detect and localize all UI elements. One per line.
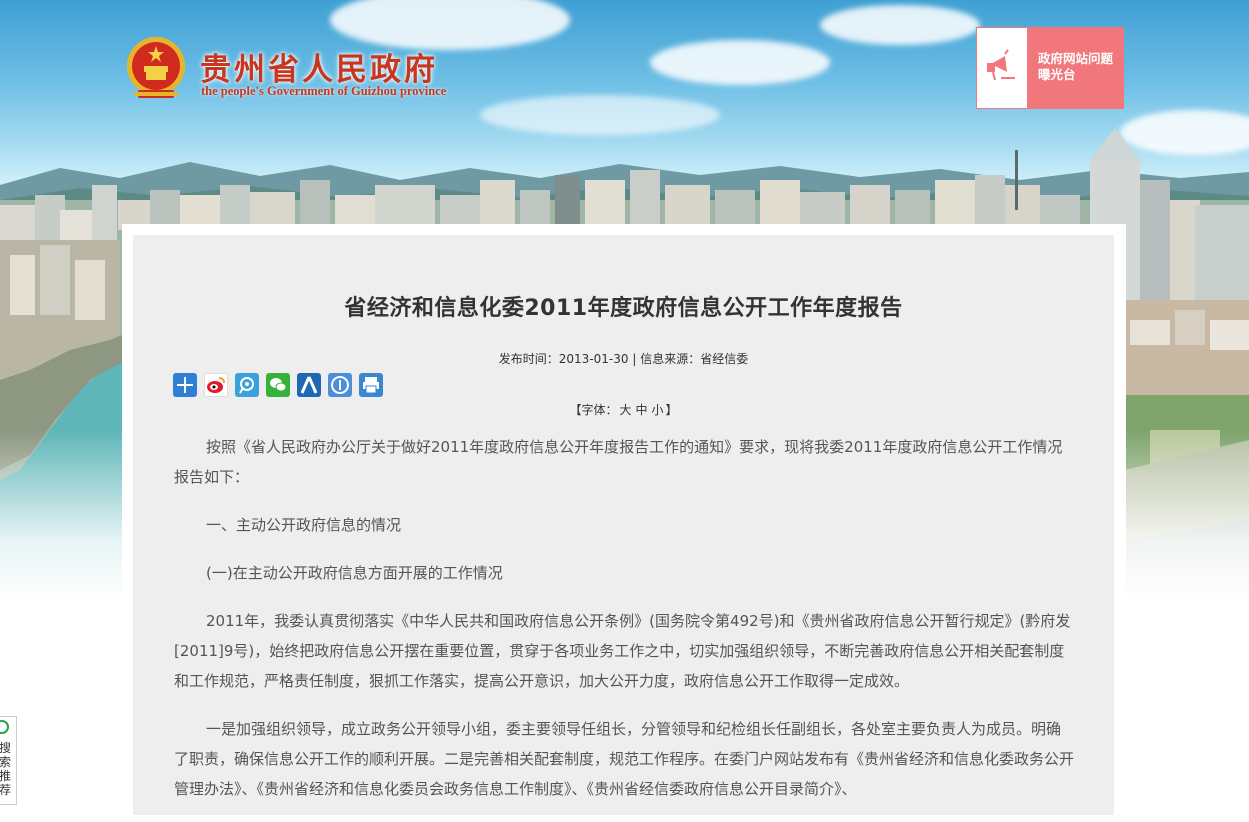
- article-paragraph: 一是加强组织领导，成立政务公开领导小组，委主要领导任组长，分管领导和纪检组长任副…: [174, 720, 1075, 798]
- wechat-icon: [270, 378, 287, 392]
- article-container: 省经济和信息化委2011年度政府信息公开工作年度报告 发布时间：2013-01-…: [133, 235, 1114, 815]
- search-circle-icon: [0, 720, 9, 734]
- share-tencent-weibo-button[interactable]: [235, 373, 259, 397]
- article-section-heading: 一、主动公开政府信息的情况: [206, 516, 402, 534]
- content-panel: 省经济和信息化委2011年度政府信息公开工作年度报告 发布时间：2013-01-…: [122, 224, 1126, 815]
- article-paragraph: 按照《省人民政府办公厅关于做好2011年度政府信息公开年度报告工作的通知》要求，…: [174, 438, 1063, 486]
- print-button[interactable]: [359, 373, 383, 397]
- font-size-label-close: 】: [665, 403, 678, 417]
- renren-icon: [300, 376, 318, 394]
- tencent-weibo-icon: [239, 377, 254, 394]
- article-subsection-heading: (一)在主动公开政府信息方面开展的工作情况: [206, 564, 503, 582]
- print-icon: [363, 377, 379, 394]
- qzone-icon: [331, 376, 349, 394]
- font-size-label-open: 【字体：: [569, 403, 618, 417]
- weibo-icon: [207, 377, 225, 393]
- font-size-selector: 【字体：大中小】: [133, 401, 1114, 418]
- font-size-medium[interactable]: 中: [635, 403, 647, 417]
- expose-icon-box: [977, 28, 1027, 108]
- article-paragraph: 2011年，我委认真贯彻落实《中华人民共和国政府信息公开条例》(国务院令第492…: [174, 612, 1071, 690]
- font-size-large[interactable]: 大: [619, 403, 631, 417]
- article-title: 省经济和信息化委2011年度政府信息公开工作年度报告: [344, 296, 903, 321]
- plus-icon: [177, 377, 193, 393]
- font-size-small[interactable]: 小: [652, 403, 664, 417]
- share-qzone-button[interactable]: [328, 373, 352, 397]
- search-recommend-widget[interactable]: 搜索推荐: [0, 716, 17, 805]
- share-more-button[interactable]: [173, 373, 197, 397]
- share-weibo-button[interactable]: [204, 373, 228, 397]
- share-renren-button[interactable]: [297, 373, 321, 397]
- megaphone-icon: [987, 49, 1015, 81]
- share-wechat-button[interactable]: [266, 373, 290, 397]
- article-meta: 发布时间：2013-01-30 | 信息来源：省经信委: [498, 352, 749, 366]
- article-body: 按照《省人民政府办公厅关于做好2011年度政府信息公开年度报告工作的通知》要求，…: [174, 432, 1074, 822]
- expose-platform-button[interactable]: 政府网站问题曝光台: [976, 27, 1124, 109]
- search-recommend-label: 搜索推荐: [0, 741, 12, 797]
- site-title: 贵州省人民政府: [200, 52, 438, 88]
- site-subtitle: the people's Government of Guizhou provi…: [201, 84, 447, 98]
- expose-button-label: 政府网站问题曝光台: [1038, 51, 1114, 82]
- national-emblem-icon: [127, 37, 185, 98]
